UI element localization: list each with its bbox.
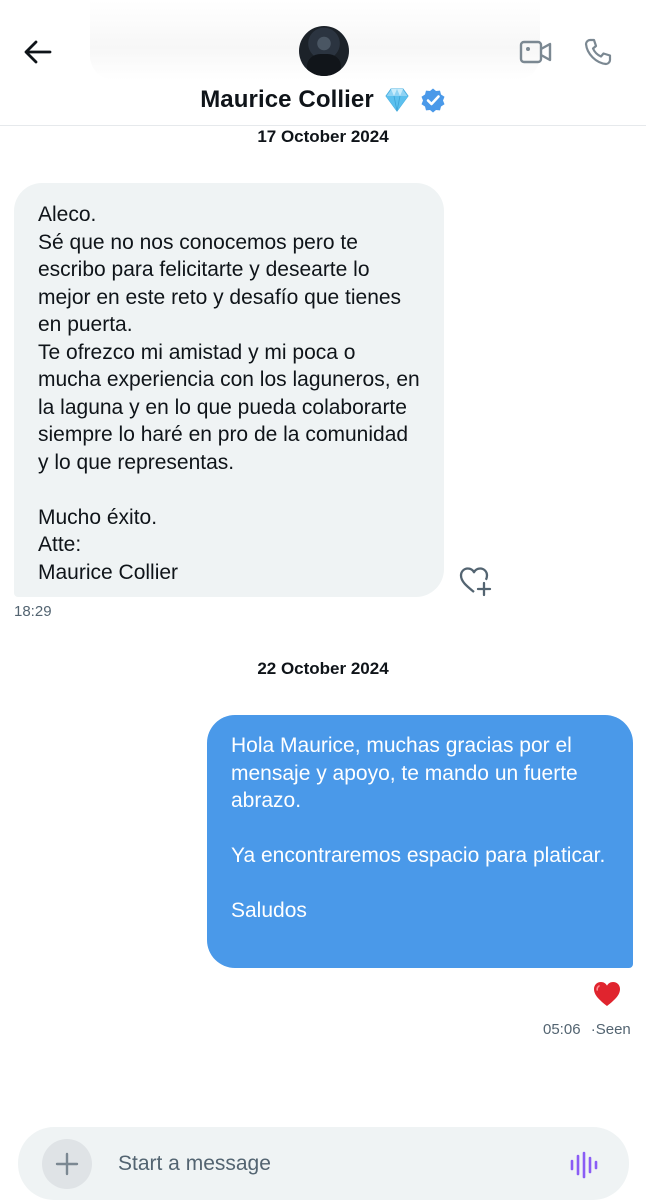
voice-waveform-icon bbox=[570, 1151, 598, 1179]
arrow-left-icon bbox=[24, 40, 52, 64]
back-button[interactable] bbox=[18, 32, 58, 72]
voice-message-button[interactable] bbox=[566, 1147, 602, 1183]
message-status: 05:06 ·Seen bbox=[543, 1021, 631, 1038]
verified-badge-icon bbox=[421, 88, 445, 113]
message-timestamp: 18:29 bbox=[14, 603, 52, 620]
heart-icon bbox=[594, 982, 620, 1006]
heart-reaction[interactable] bbox=[590, 978, 624, 1010]
add-media-button[interactable] bbox=[42, 1139, 92, 1189]
phone-icon bbox=[584, 38, 612, 66]
dm-screen: Maurice Collier 17 October 2024 Aleco. S… bbox=[0, 0, 646, 1200]
video-call-button[interactable] bbox=[518, 34, 554, 70]
add-reaction-button[interactable] bbox=[457, 564, 493, 598]
avatar[interactable] bbox=[299, 26, 349, 76]
diamond-emoji-icon bbox=[385, 88, 409, 112]
plus-icon bbox=[55, 1152, 79, 1176]
contact-name-row[interactable]: Maurice Collier bbox=[0, 82, 646, 118]
contact-name: Maurice Collier bbox=[200, 86, 374, 113]
voice-call-button[interactable] bbox=[580, 34, 616, 70]
conversation-header: Maurice Collier bbox=[0, 0, 646, 126]
date-separator: 17 October 2024 bbox=[257, 127, 389, 146]
message-input[interactable] bbox=[118, 1145, 538, 1183]
message-composer bbox=[18, 1127, 629, 1200]
incoming-message-bubble[interactable]: Aleco. Sé que no nos conocemos pero te e… bbox=[14, 183, 444, 597]
outgoing-message-bubble[interactable]: Hola Maurice, muchas gracias por el mens… bbox=[207, 715, 633, 968]
heart-plus-icon bbox=[459, 567, 492, 597]
date-separator: 22 October 2024 bbox=[257, 659, 389, 678]
video-camera-icon bbox=[519, 40, 552, 64]
message-timestamp: 05:06 bbox=[543, 1021, 581, 1038]
seen-status: Seen bbox=[595, 1021, 631, 1038]
